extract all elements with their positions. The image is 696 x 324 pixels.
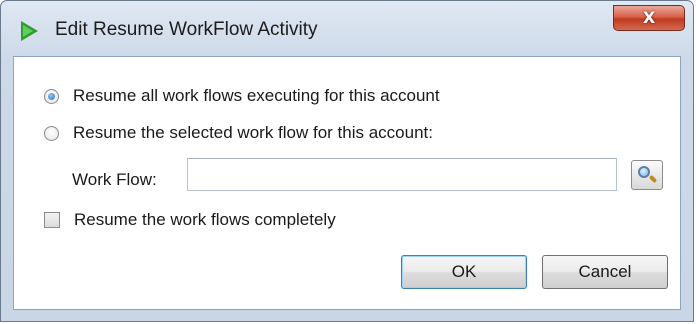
- ok-button[interactable]: OK: [401, 255, 527, 289]
- resume-completely-label: Resume the work flows completely: [74, 210, 336, 229]
- play-triangle-icon: [21, 21, 38, 41]
- resume-all-label: Resume all work flows executing for this…: [73, 86, 440, 105]
- dialog-body: Resume all work flows executing for this…: [13, 56, 681, 310]
- resume-all-radio[interactable]: [44, 88, 59, 104]
- workflow-input[interactable]: [187, 158, 617, 191]
- resume-selected-radio[interactable]: [44, 125, 59, 141]
- cancel-button[interactable]: Cancel: [542, 255, 668, 289]
- resume-completely-checkbox[interactable]: [44, 212, 60, 228]
- magnifier-icon: [638, 166, 650, 178]
- dialog-window: Edit Resume WorkFlow Activity X Resume a…: [0, 0, 694, 322]
- magnifier-handle: [648, 174, 658, 184]
- title-bar[interactable]: Edit Resume WorkFlow Activity X: [1, 1, 693, 53]
- close-button[interactable]: X: [613, 5, 685, 31]
- resume-selected-label: Resume the selected work flow for this a…: [73, 123, 433, 142]
- workflow-label: Work Flow:: [72, 170, 157, 189]
- resume-all-option[interactable]: Resume all work flows executing for this…: [44, 86, 440, 106]
- resume-selected-option[interactable]: Resume the selected work flow for this a…: [44, 123, 433, 143]
- resume-completely-option[interactable]: Resume the work flows completely: [44, 210, 336, 230]
- dialog-title: Edit Resume WorkFlow Activity: [55, 19, 318, 40]
- workflow-search-button[interactable]: [631, 160, 663, 190]
